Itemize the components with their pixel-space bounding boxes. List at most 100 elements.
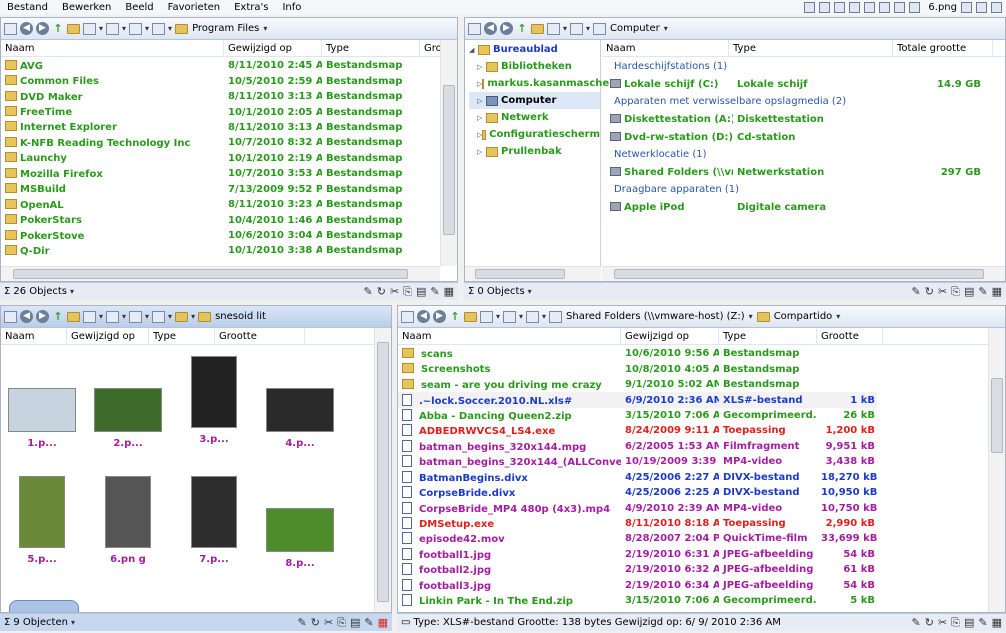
list-item[interactable]: FreeTime 10/1/2010 2:05 A... Bestandsmap bbox=[1, 104, 420, 119]
refresh-icon[interactable]: ↻ bbox=[925, 285, 934, 299]
menu-info[interactable]: Info bbox=[275, 0, 308, 15]
rename-icon[interactable]: ✎ bbox=[978, 285, 987, 299]
col-gewijzigd[interactable]: Gewijzigd op bbox=[224, 40, 322, 56]
chevron-down-icon[interactable]: ▾ bbox=[168, 312, 172, 321]
list-item[interactable]: PokerStars 10/4/2010 1:46 A... Bestandsmap bbox=[1, 212, 420, 227]
filter-icon[interactable]: ✎ bbox=[298, 616, 307, 630]
scroll-thumb[interactable] bbox=[377, 342, 389, 602]
drive-item[interactable]: Lokale schijf (C:) Lokale schijf 14.9 GB bbox=[606, 75, 1001, 93]
rename-icon[interactable]: ✎ bbox=[430, 285, 439, 299]
list-item[interactable]: PokerStove 10/6/2010 3:04 A... Bestandsmap bbox=[1, 228, 420, 243]
list-item[interactable]: Mozilla Firefox 10/7/2010 3:53 A... Bestan… bbox=[1, 166, 420, 181]
thumbnail[interactable]: 7.p... bbox=[179, 476, 249, 565]
properties-icon[interactable]: ▦ bbox=[444, 285, 454, 299]
vertical-scrollbar[interactable] bbox=[440, 40, 457, 266]
vertical-scrollbar[interactable] bbox=[374, 328, 391, 612]
col-type[interactable]: Type bbox=[149, 328, 215, 344]
col-type[interactable]: Type bbox=[322, 40, 420, 56]
view-icon[interactable] bbox=[401, 310, 414, 323]
group-header[interactable]: Netwerklocatie (1) bbox=[606, 146, 1001, 163]
chevron-right-icon[interactable]: ▷ bbox=[477, 97, 486, 105]
col-totale-grootte[interactable]: Totale grootte bbox=[893, 40, 993, 56]
back-icon[interactable]: ◀ bbox=[20, 22, 33, 35]
col-gewijzigd[interactable]: Gewijzigd op bbox=[621, 328, 719, 344]
view-icon[interactable] bbox=[468, 22, 481, 35]
view-mode-icon[interactable] bbox=[83, 310, 96, 323]
chevron-right-icon[interactable]: ▷ bbox=[477, 63, 486, 71]
layout-4-icon[interactable] bbox=[849, 2, 861, 13]
list-item[interactable]: DMSetup.exe 8/11/2010 8:18 A... Toepassing… bbox=[398, 516, 877, 531]
tree-item-0[interactable]: ◢ Bureaublad bbox=[469, 41, 600, 58]
list-item[interactable]: BatmanBegins.divx 4/25/2006 2:27 A... DIVX… bbox=[398, 470, 877, 485]
thumbnail[interactable]: 2.p... bbox=[93, 356, 163, 449]
up-icon[interactable]: ↑ bbox=[52, 22, 64, 35]
properties-icon[interactable]: ▦ bbox=[992, 616, 1002, 630]
properties-icon[interactable]: ▦ bbox=[378, 616, 388, 630]
chevron-down-icon[interactable]: ▾ bbox=[122, 24, 126, 33]
copy-icon[interactable]: ⎘ bbox=[337, 616, 346, 630]
group-header[interactable]: Apparaten met verwisselbare opslagmedia … bbox=[606, 93, 1001, 110]
list-item[interactable]: .~lock.Soccer.2010.NL.xls# 6/9/2010 2:36 … bbox=[398, 392, 877, 408]
tree-item-6[interactable]: ▷ Prullenbak bbox=[469, 143, 600, 160]
refresh-icon[interactable]: ↻ bbox=[311, 616, 320, 630]
paste-icon[interactable]: ▤ bbox=[416, 285, 426, 299]
layout-7-icon[interactable] bbox=[894, 2, 906, 13]
drive-icon[interactable] bbox=[106, 22, 120, 35]
up-icon[interactable]: ↑ bbox=[52, 310, 64, 323]
drive-item[interactable]: Shared Folders (\\vm... Netwerkstation 297… bbox=[606, 163, 1001, 181]
chevron-down-icon[interactable]: ▾ bbox=[836, 312, 840, 321]
view-icon[interactable] bbox=[4, 310, 17, 323]
copy-icon[interactable]: ⎘ bbox=[951, 616, 960, 630]
tree-item-4[interactable]: ▷ Netwerk bbox=[469, 109, 600, 126]
horizontal-scrollbar[interactable] bbox=[602, 266, 1005, 281]
new-folder-icon[interactable] bbox=[531, 23, 544, 34]
chevron-down-icon[interactable]: ▾ bbox=[191, 312, 195, 321]
col-grootte[interactable]: Grootte bbox=[817, 328, 883, 344]
list-item[interactable]: DVD Maker 8/11/2010 3:13 A... Bestandsmap bbox=[1, 89, 420, 104]
address-text[interactable]: Shared Folders (\\vmware-host) (Z:) bbox=[566, 311, 745, 322]
tree-item-2[interactable]: ▷ markus.kasanmasche bbox=[469, 75, 609, 92]
chevron-down-icon[interactable]: ▾ bbox=[263, 24, 267, 33]
tree-item-3[interactable]: ▷ Computer bbox=[469, 92, 600, 109]
chevron-down-icon[interactable]: ▾ bbox=[70, 287, 74, 296]
thumbnail[interactable]: 8.p... bbox=[265, 476, 335, 569]
chevron-down-icon[interactable]: ▾ bbox=[145, 312, 149, 321]
properties-icon[interactable]: ▦ bbox=[992, 285, 1002, 299]
filter-icon[interactable]: ✎ bbox=[912, 616, 921, 630]
view-icon[interactable] bbox=[4, 22, 17, 35]
new-folder-icon[interactable] bbox=[67, 311, 80, 322]
view-mode-icon[interactable] bbox=[83, 22, 96, 35]
drive-icon[interactable] bbox=[570, 22, 584, 35]
back-icon[interactable]: ◀ bbox=[417, 310, 430, 323]
forward-icon[interactable]: ▶ bbox=[500, 22, 513, 35]
forward-icon[interactable]: ▶ bbox=[36, 22, 49, 35]
col-gewijzigd[interactable]: Gewijzigd op bbox=[67, 328, 149, 344]
layout-2-icon[interactable] bbox=[819, 2, 831, 13]
list-item[interactable]: seam - are you driving me crazy 9/1/2010 … bbox=[398, 377, 877, 392]
rename-icon[interactable]: ✎ bbox=[978, 616, 987, 630]
vertical-scrollbar[interactable] bbox=[988, 328, 1005, 612]
address-bar[interactable]: Program Files ▾ bbox=[175, 23, 267, 34]
forward-icon[interactable]: ▶ bbox=[433, 310, 446, 323]
scroll-thumb[interactable] bbox=[991, 378, 1003, 453]
layout-3-icon[interactable] bbox=[834, 2, 846, 13]
network-icon[interactable] bbox=[129, 310, 143, 323]
scroll-thumb[interactable] bbox=[443, 85, 455, 235]
drive-item[interactable]: Apple iPod Digitale camera bbox=[606, 198, 1001, 216]
refresh-icon[interactable]: ↻ bbox=[925, 616, 934, 630]
chevron-down-icon[interactable]: ▾ bbox=[563, 24, 567, 33]
new-folder-icon[interactable] bbox=[67, 23, 80, 34]
address-bar[interactable]: Shared Folders (\\vmware-host) (Z:) ▾ Comp… bbox=[549, 310, 840, 323]
cut-icon[interactable]: ✂ bbox=[324, 616, 333, 630]
chevron-down-icon[interactable]: ▾ bbox=[122, 312, 126, 321]
drive-icon[interactable] bbox=[503, 310, 517, 323]
list-item[interactable]: Q-Dir 10/1/2010 3:38 A... Bestandsmap bbox=[1, 243, 420, 258]
paste-icon[interactable]: ▤ bbox=[350, 616, 360, 630]
list-item[interactable]: ADBEDRWVCS4_LS4.exe 8/24/2009 9:11 A... To… bbox=[398, 423, 877, 438]
scroll-thumb[interactable] bbox=[614, 269, 984, 279]
chevron-right-icon[interactable]: ▷ bbox=[477, 114, 486, 122]
cut-icon[interactable]: ✂ bbox=[938, 616, 947, 630]
scroll-thumb[interactable] bbox=[13, 269, 408, 279]
filter-icon[interactable]: ✎ bbox=[912, 285, 921, 299]
list-item[interactable]: batman_begins_320x144.mpg 6/2/2005 1:53 A… bbox=[398, 439, 877, 454]
